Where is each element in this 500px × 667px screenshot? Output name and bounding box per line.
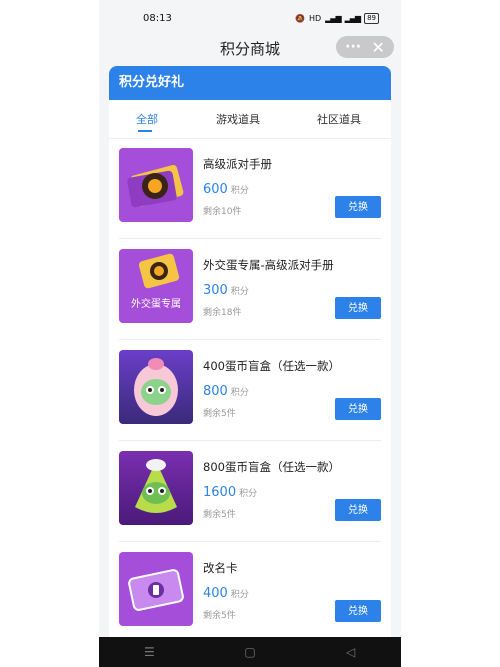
stock-remaining: 剩余5件 xyxy=(203,611,236,621)
redeem-button[interactable]: 兑换 xyxy=(335,499,381,521)
item-list: 高级派对手册 600 积分 剩余10件 兑换 外交蛋专属 外交蛋专属-高级派对手… xyxy=(109,138,391,643)
points-unit: 积分 xyxy=(230,590,249,600)
points-value: 300 xyxy=(203,283,228,298)
item-name: 高级派对手册 xyxy=(203,157,272,171)
points-value: 1600 xyxy=(203,485,237,500)
menu-icon[interactable]: ☰ xyxy=(134,645,164,659)
stock-remaining: 剩余5件 xyxy=(203,409,236,419)
mute-icon: 🔕 xyxy=(294,13,305,23)
item-name: 改名卡 xyxy=(203,561,238,575)
item-points: 1600 积分 xyxy=(203,485,257,500)
item-points: 300 积分 xyxy=(203,283,249,298)
signal-icon: ▂▄▆ xyxy=(325,13,342,23)
home-icon[interactable]: ▢ xyxy=(235,645,265,659)
list-item[interactable]: 改名卡 400 积分 剩余5件 兑换 xyxy=(119,542,381,643)
item-name: 800蛋币盲盒（任选一款） xyxy=(203,460,340,474)
list-item[interactable]: 外交蛋专属 外交蛋专属-高级派对手册 300 积分 剩余18件 兑换 xyxy=(119,239,381,340)
list-item[interactable]: 400蛋币盲盒（任选一款） 800 积分 剩余5件 兑换 xyxy=(119,340,381,441)
points-unit: 积分 xyxy=(230,287,249,297)
redeem-button[interactable]: 兑换 xyxy=(335,196,381,218)
network-badge: HD xyxy=(308,13,322,23)
signal-icon-2: ▂▄▆ xyxy=(344,13,362,23)
phone-screen: 08:13 🔕 HD ▂▄▆ ▂▄▆ 89 积分商城 ··· ✕ 积分兑好礼 全… xyxy=(99,0,401,667)
tab-game-items[interactable]: 游戏道具 xyxy=(216,111,260,127)
points-unit: 积分 xyxy=(239,489,258,499)
points-value: 400 xyxy=(203,586,228,601)
redeem-button[interactable]: 兑换 xyxy=(335,398,381,420)
thumb-caption: 外交蛋专属 xyxy=(131,297,181,310)
back-icon[interactable]: ◁ xyxy=(336,645,366,659)
active-tab-indicator xyxy=(138,130,152,132)
points-value: 800 xyxy=(203,384,228,399)
status-time: 08:13 xyxy=(143,12,172,24)
item-points: 800 积分 xyxy=(203,384,249,399)
system-nav-bar: ☰ ▢ ◁ xyxy=(99,637,401,667)
points-value: 600 xyxy=(203,182,228,197)
title-bar: 积分商城 ··· ✕ xyxy=(99,36,401,62)
mini-program-capsule: ··· ✕ xyxy=(336,36,394,58)
battery-icon: 89 xyxy=(364,12,379,24)
rename-card-icon xyxy=(119,552,193,626)
party-handbook-icon xyxy=(119,148,193,222)
list-item[interactable]: 高级派对手册 600 积分 剩余10件 兑换 xyxy=(119,138,381,239)
points-unit: 积分 xyxy=(230,388,249,398)
status-icons: 🔕 HD ▂▄▆ ▂▄▆ 89 xyxy=(294,12,379,24)
egg-character-icon xyxy=(119,451,193,525)
stock-remaining: 剩余10件 xyxy=(203,207,242,217)
more-icon[interactable]: ··· xyxy=(345,39,361,55)
redeem-button[interactable]: 兑换 xyxy=(335,600,381,622)
redeem-button[interactable]: 兑换 xyxy=(335,297,381,319)
card-header: 积分兑好礼 xyxy=(109,66,391,100)
points-unit: 积分 xyxy=(230,186,249,196)
status-bar: 08:13 🔕 HD ▂▄▆ ▂▄▆ 89 xyxy=(99,0,401,36)
stock-remaining: 剩余5件 xyxy=(203,510,236,520)
item-name: 外交蛋专属-高级派对手册 xyxy=(203,258,334,272)
stock-remaining: 剩余18件 xyxy=(203,308,242,318)
egg-character-icon xyxy=(119,350,193,424)
tab-bar: 全部 游戏道具 社区道具 xyxy=(109,100,391,139)
party-handbook-icon: 外交蛋专属 xyxy=(119,249,193,323)
points-mall-card: 积分兑好礼 全部 游戏道具 社区道具 高级派对手册 600 积分 剩余10件 兑… xyxy=(109,66,391,646)
item-points: 600 积分 xyxy=(203,182,249,197)
tab-community-items[interactable]: 社区道具 xyxy=(317,111,361,127)
close-icon[interactable]: ✕ xyxy=(371,38,384,57)
item-name: 400蛋币盲盒（任选一款） xyxy=(203,359,340,373)
list-item[interactable]: 800蛋币盲盒（任选一款） 1600 积分 剩余5件 兑换 xyxy=(119,441,381,542)
tab-all[interactable]: 全部 xyxy=(136,111,158,127)
item-points: 400 积分 xyxy=(203,586,249,601)
